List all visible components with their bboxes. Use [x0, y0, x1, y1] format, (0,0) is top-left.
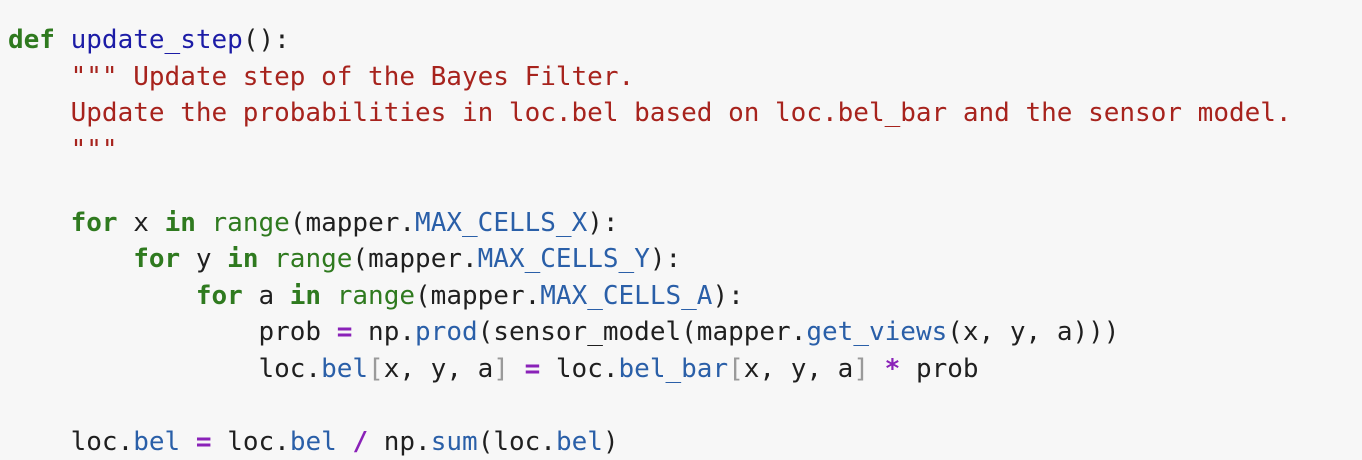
keyword-for: for — [70, 207, 118, 238]
code-line-12: loc.bel = loc.bel / np.sum(loc.bel) — [8, 424, 1292, 460]
code-line-1: def update_step(): — [8, 22, 1292, 59]
const-max-cells-y: MAX_CELLS_Y — [477, 244, 650, 274]
bracket-open: [ — [368, 353, 384, 384]
attr-bel-bar: bel_bar — [618, 353, 729, 384]
builtin-range: range — [274, 244, 353, 274]
builtin-range: range — [211, 207, 290, 238]
function-signature: (): — [242, 25, 290, 55]
operator-assign: = — [195, 426, 212, 457]
code-line-9: prob = np.prod(sensor_model(mapper.get_v… — [8, 314, 1292, 351]
operator-multiply: * — [884, 353, 901, 384]
attr-bel: bel — [289, 426, 337, 457]
var-x: x — [133, 207, 149, 238]
keyword-for: for — [195, 280, 243, 311]
code-cell: def update_step(): """ Update step of th… — [0, 0, 1362, 460]
operator-assign: = — [336, 317, 353, 347]
operator-divide: / — [352, 426, 369, 457]
func-prod: prod — [415, 317, 478, 347]
get-views-args: (x, y, a))) — [947, 317, 1120, 347]
bracket-close: ] — [493, 353, 509, 384]
sum-args: (loc. — [477, 426, 556, 457]
keyword-in: in — [164, 207, 196, 238]
keyword-def: def — [8, 25, 55, 55]
code-line-8: for a in range(mapper.MAX_CELLS_A): — [8, 278, 1292, 315]
keyword-in: in — [227, 244, 259, 274]
builtin-range: range — [336, 280, 416, 311]
bracket-close: ] — [853, 353, 869, 384]
close-colon: ): — [649, 244, 682, 274]
docstring-line-3: """ — [70, 134, 118, 165]
attr-bel: bel — [321, 353, 369, 384]
close-colon: ): — [712, 280, 744, 311]
func-sum: sum — [430, 426, 478, 457]
keyword-for: for — [133, 244, 181, 274]
np-prefix: np. — [383, 426, 431, 457]
index-args: x, y, a — [383, 353, 494, 384]
mapper-prefix: (mapper. — [289, 207, 416, 238]
loc-prefix: loc. — [258, 353, 322, 384]
loc-prefix: loc. — [555, 353, 619, 384]
code-line-4: """ — [8, 132, 1292, 169]
attr-bel: bel — [133, 426, 181, 457]
docstring-line-2: Update the probabilities in loc.bel base… — [70, 98, 1292, 128]
const-max-cells-a: MAX_CELLS_A — [540, 280, 713, 311]
function-name: update_step — [70, 25, 243, 55]
var-prob-ref: prob — [915, 353, 979, 384]
docstring-line-1: """ Update step of the Bayes Filter. — [70, 61, 635, 92]
loc-prefix: loc. — [70, 426, 134, 457]
mapper-prefix: (mapper. — [415, 280, 541, 311]
code-block: def update_step(): """ Update step of th… — [8, 22, 1292, 460]
var-prob: prob — [258, 317, 322, 347]
close-paren: ) — [602, 426, 619, 457]
close-colon: ): — [587, 207, 619, 238]
code-line-7: for y in range(mapper.MAX_CELLS_Y): — [8, 241, 1292, 278]
code-line-2: """ Update step of the Bayes Filter. — [8, 59, 1292, 96]
var-y: y — [195, 244, 212, 274]
sensor-model-call: (sensor_model(mapper. — [477, 317, 807, 347]
bracket-open: [ — [728, 353, 744, 384]
const-max-cells-x: MAX_CELLS_X — [415, 207, 588, 238]
loc-prefix: loc. — [227, 426, 290, 457]
var-a: a — [258, 280, 275, 311]
code-line-6: for x in range(mapper.MAX_CELLS_X): — [8, 205, 1292, 242]
func-get-views: get_views — [806, 317, 948, 347]
keyword-in: in — [289, 280, 322, 311]
attr-bel: bel — [555, 426, 603, 457]
index-args: x, y, a — [743, 353, 854, 384]
np-prefix: np. — [368, 317, 416, 347]
code-line-3: Update the probabilities in loc.bel base… — [8, 95, 1292, 132]
code-line-10: loc.bel[x, y, a] = loc.bel_bar[x, y, a] … — [8, 351, 1292, 388]
operator-assign: = — [524, 353, 541, 384]
mapper-prefix: (mapper. — [352, 244, 478, 274]
